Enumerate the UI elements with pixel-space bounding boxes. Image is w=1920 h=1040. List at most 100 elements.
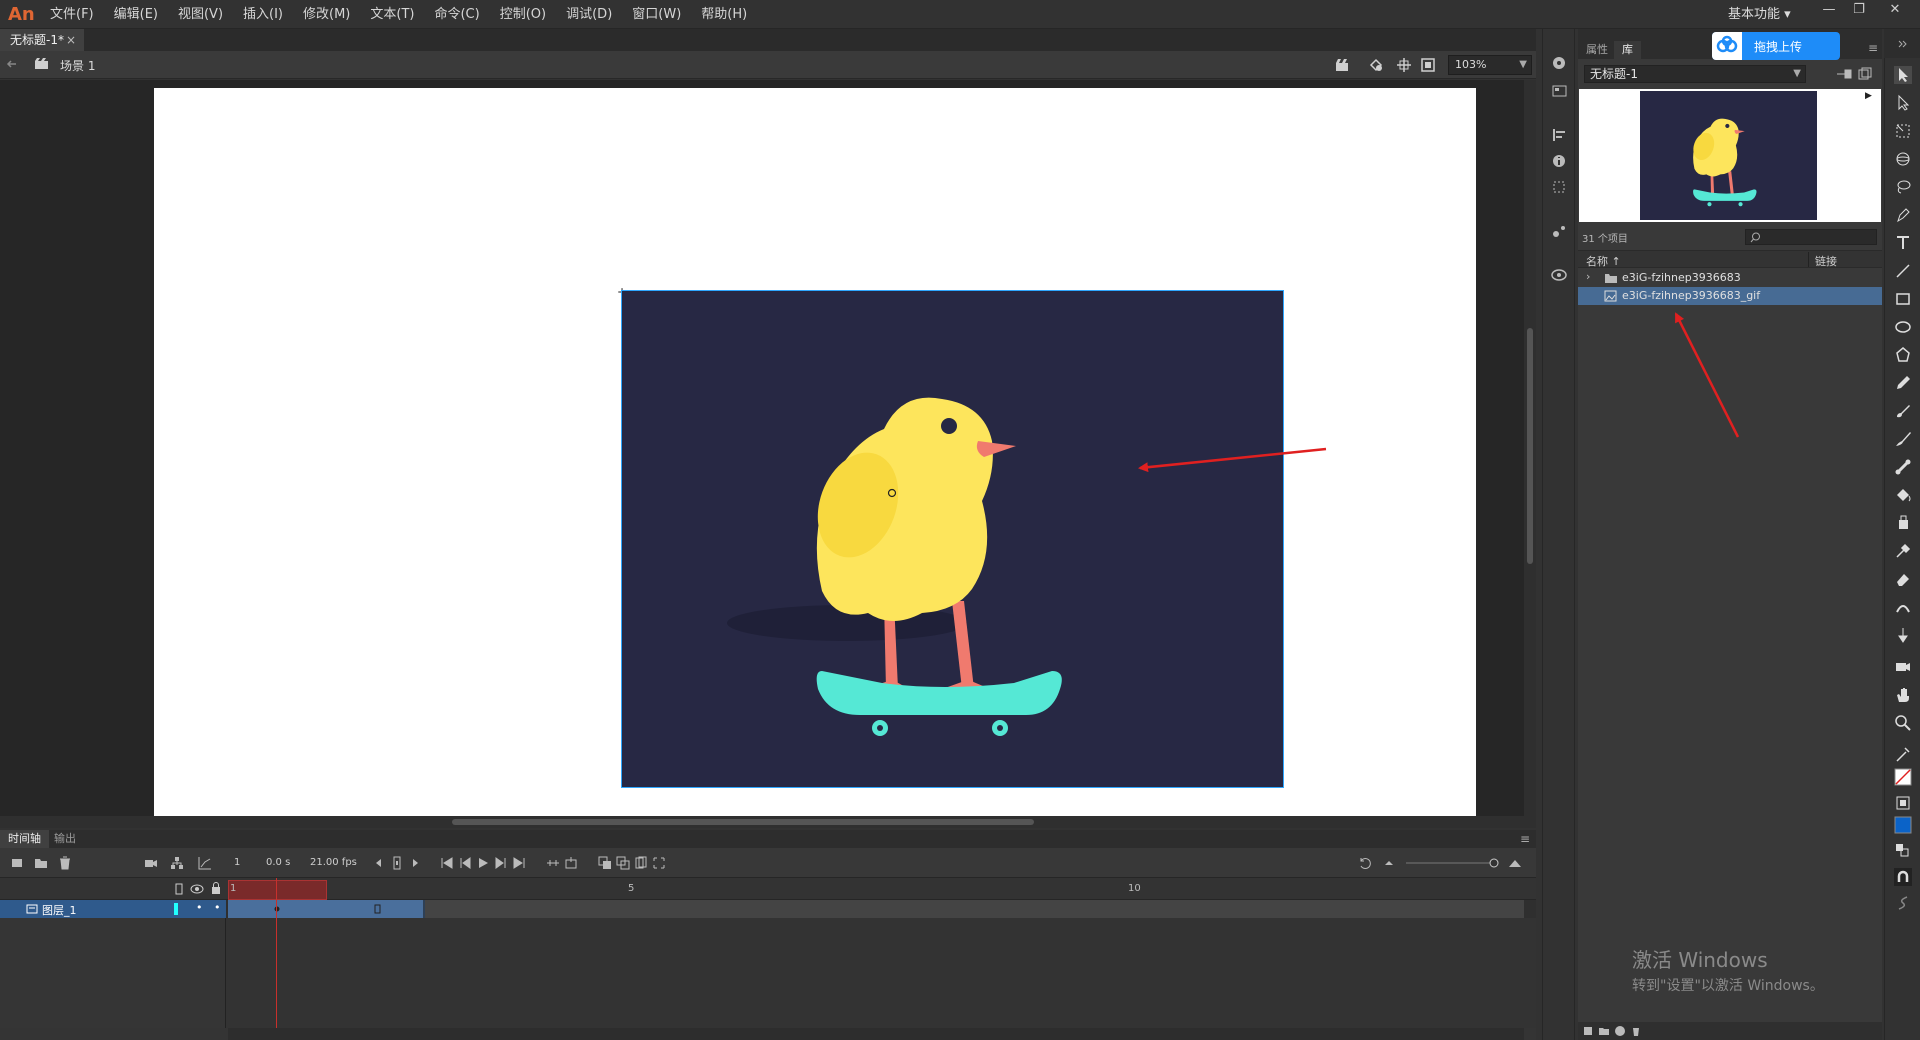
layer-color-swatch[interactable] [174,903,178,915]
rectangle-tool-icon[interactable] [1894,290,1912,308]
zoom-in-timeline-icon[interactable] [1508,856,1522,870]
scrollbar-thumb[interactable] [1527,328,1533,564]
camera-tool-icon[interactable] [1894,658,1912,676]
tab-output[interactable]: 输出 [46,830,84,848]
properties-icon[interactable] [1614,1025,1626,1037]
prev-keyframe-icon[interactable] [372,856,386,870]
align-icon[interactable] [1551,127,1568,143]
ink-bottle-icon[interactable] [1894,514,1912,532]
pencil-tool-icon[interactable] [1894,374,1912,392]
menu-file[interactable]: 文件(F) [40,0,104,29]
zoom-select[interactable]: 103% ▼ [1448,55,1532,75]
step-back-icon[interactable] [458,856,472,870]
tab-timeline[interactable]: 时间轴 [0,830,49,848]
menu-insert[interactable]: 插入(I) [233,0,293,29]
new-folder-icon[interactable] [34,856,48,870]
polystar-tool-icon[interactable] [1894,346,1912,364]
bone-tool-icon[interactable] [1894,458,1912,476]
back-arrow-icon[interactable] [6,58,18,70]
line-tool-icon[interactable] [1894,262,1912,280]
fill-swatch[interactable] [1894,816,1912,834]
new-layer-icon[interactable] [10,856,24,870]
snap-to-objects-icon[interactable] [1894,868,1912,886]
3d-rotation-icon[interactable] [1894,150,1912,168]
swap-colors-icon[interactable] [1894,842,1912,860]
library-document-select[interactable]: 无标题-1 ▼ [1584,65,1806,83]
frame-span[interactable] [228,900,425,918]
width-tool-icon[interactable] [1894,598,1912,616]
loop-icon[interactable] [546,856,560,870]
column-divider[interactable] [1808,252,1809,267]
menu-control[interactable]: 控制(O) [490,0,556,29]
tab-properties[interactable]: 属性 [1578,41,1616,59]
library-item-folder[interactable]: › e3iG-fzihnep3936683 [1578,269,1882,287]
pen-tool-icon[interactable] [1894,206,1912,224]
new-symbol-icon[interactable] [1582,1025,1594,1037]
clip-content-icon[interactable] [1420,57,1436,73]
pin-icon[interactable] [1836,68,1852,80]
step-forward-icon[interactable] [494,856,508,870]
restore-button[interactable]: ❐ [1844,0,1874,22]
transform-icon[interactable] [1551,179,1568,195]
smooth-icon[interactable] [1894,894,1912,912]
library-item-bitmap[interactable]: e3iG-fzihnep3936683_gif [1578,287,1882,305]
stroke-color-icon[interactable] [1894,746,1912,764]
library-search-input[interactable] [1745,229,1877,245]
close-tab-icon[interactable]: × [66,29,76,51]
highlight-layers-icon[interactable] [173,882,185,896]
stage-horizontal-scrollbar[interactable] [0,816,1536,828]
cc-libraries-icon[interactable] [1551,267,1568,283]
workspace-switcher[interactable]: 基本功能 ▾ [1728,4,1791,25]
layer-cell[interactable]: 图层_1 • • [0,900,226,918]
hand-tool-icon[interactable] [1894,686,1912,704]
zoom-out-timeline-icon[interactable] [1382,856,1396,870]
info-icon[interactable] [1551,153,1568,169]
frame-ruler[interactable]: 1 5 10 [228,878,1524,900]
free-transform-icon[interactable] [1894,122,1912,140]
components-icon[interactable] [1551,223,1568,239]
subselection-tool-icon[interactable] [1894,94,1912,112]
minimize-button[interactable]: — [1814,0,1844,22]
delete-layer-icon[interactable] [58,856,72,870]
paint-bucket-icon[interactable] [1894,486,1912,504]
panel-menu-icon[interactable]: ≡ [1868,41,1878,55]
elapsed-time[interactable]: 0.0 s [266,857,290,868]
onion-outline-icon[interactable] [616,856,630,870]
column-linkage[interactable]: 链接 [1815,253,1837,269]
menu-view[interactable]: 视图(V) [168,0,233,29]
eye-icon[interactable] [190,883,204,895]
scrollbar-thumb[interactable] [452,819,1034,825]
playhead-handle[interactable] [228,880,327,900]
menu-modify[interactable]: 修改(M) [293,0,360,29]
eraser-icon[interactable] [1894,570,1912,588]
color-panel-icon[interactable] [1551,55,1568,71]
menu-window[interactable]: 窗口(W) [622,0,691,29]
eyedropper-icon[interactable] [1894,542,1912,560]
stroke-swatch[interactable] [1894,768,1912,786]
expand-arrows-icon[interactable] [1898,39,1908,49]
tab-library[interactable]: 库 [1614,41,1641,59]
menu-edit[interactable]: 编辑(E) [104,0,168,29]
edit-symbols-icon[interactable] [1368,57,1384,73]
graph-icon[interactable] [198,856,212,870]
fill-color-icon[interactable] [1894,794,1912,812]
menu-commands[interactable]: 命令(C) [424,0,489,29]
asset-warp-icon[interactable] [1894,626,1912,644]
stage-vertical-scrollbar[interactable] [1524,80,1536,816]
play-preview-icon[interactable]: ▶ [1865,91,1872,101]
modify-markers-icon[interactable] [652,856,666,870]
edit-multiple-frames-icon[interactable] [634,856,648,870]
brush-tool-icon[interactable] [1894,430,1912,448]
onion-skin-icon[interactable] [598,856,612,870]
column-name[interactable]: 名称 ↑ [1586,253,1621,269]
menu-debug[interactable]: 调试(D) [556,0,622,29]
center-frame-icon[interactable] [564,856,578,870]
drag-upload-button[interactable]: 拖拽上传 [1712,32,1840,60]
layer-name[interactable]: 图层_1 [42,902,77,918]
edit-scene-icon[interactable] [1334,57,1350,73]
document-tab[interactable]: 无标题-1* × [0,29,84,51]
current-frame[interactable]: 1 [234,857,240,868]
chevron-right-icon[interactable]: › [1586,270,1590,283]
menu-help[interactable]: 帮助(H) [691,0,757,29]
undo-view-icon[interactable] [1358,856,1372,870]
